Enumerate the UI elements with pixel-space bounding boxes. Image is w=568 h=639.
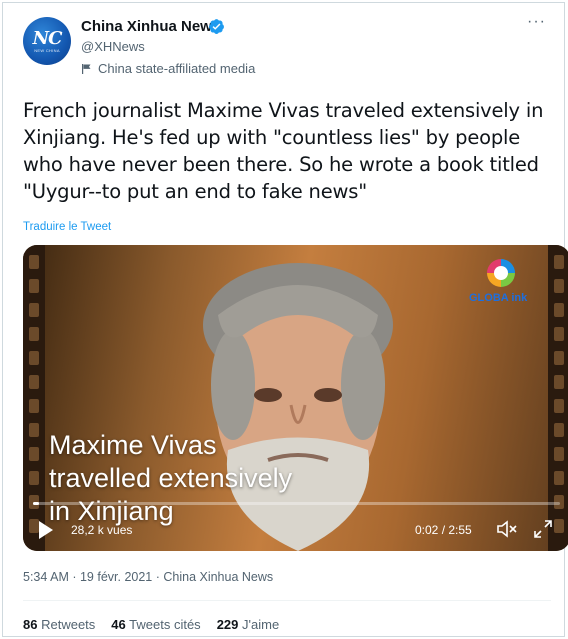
video-progress-fill [33,502,39,505]
retweets-count: 86 [23,617,38,632]
video-time: 0:02 / 2:55 [415,523,472,537]
verified-badge-icon [209,19,224,34]
film-strip-left [23,245,45,551]
more-options-icon[interactable]: ··· [527,13,546,31]
divider [23,600,551,601]
mute-icon[interactable] [496,519,518,539]
likes-label: J'aime [242,617,280,632]
author-handle[interactable]: @XHNews [81,39,145,54]
video-caption-line: travelled extensively [49,463,293,493]
video-progress-bar[interactable] [33,502,560,505]
affiliation-label[interactable]: China state-affiliated media [81,61,255,76]
likes-count: 229 [216,617,239,632]
play-icon[interactable] [39,521,53,539]
state-media-flag-icon [82,63,91,74]
likes-stat[interactable]: 229 J'aime [217,617,280,632]
avatar-logo-text: NC [32,27,63,49]
globalink-logo-icon [487,259,515,287]
video-caption: Maxime Vivas travelled extensively in Xi… [49,429,292,528]
tweet-text: French journalist Maxime Vivas traveled … [23,99,544,203]
video-caption-line: Maxime Vivas [49,430,217,460]
tweet-card: NC NEW CHINA China Xinhua News @XHNews C… [2,2,568,637]
avatar[interactable]: NC NEW CHINA [23,17,71,65]
retweets-stat[interactable]: 86 Retweets [23,617,95,632]
film-strip-right [548,245,568,551]
tweet-stats: 86 Retweets 46 Tweets cités 229 J'aime [23,617,279,632]
video-watermark: GLOBA ink [469,292,528,304]
affiliation-text: China state-affiliated media [98,61,256,76]
quote-tweets-stat[interactable]: 46 Tweets cités [111,617,200,632]
fullscreen-icon[interactable] [533,519,553,539]
tweet-timestamp[interactable]: 5:34 AM · 19 févr. 2021 · China Xinhua N… [23,570,273,584]
author-name[interactable]: China Xinhua News [81,18,220,35]
retweets-label: Retweets [41,617,96,632]
video-controls: 28,2 k vues 0:02 / 2:55 [23,515,568,545]
video-player[interactable]: GLOBA ink Maxime Vivas travelled extensi… [23,245,568,551]
quotes-count: 46 [111,617,126,632]
translate-tweet-link[interactable]: Traduire le Tweet [23,221,111,233]
view-count: 28,2 k vues [71,523,133,537]
quotes-label: Tweets cités [129,617,201,632]
avatar-logo-subtext: NEW CHINA [34,47,60,53]
